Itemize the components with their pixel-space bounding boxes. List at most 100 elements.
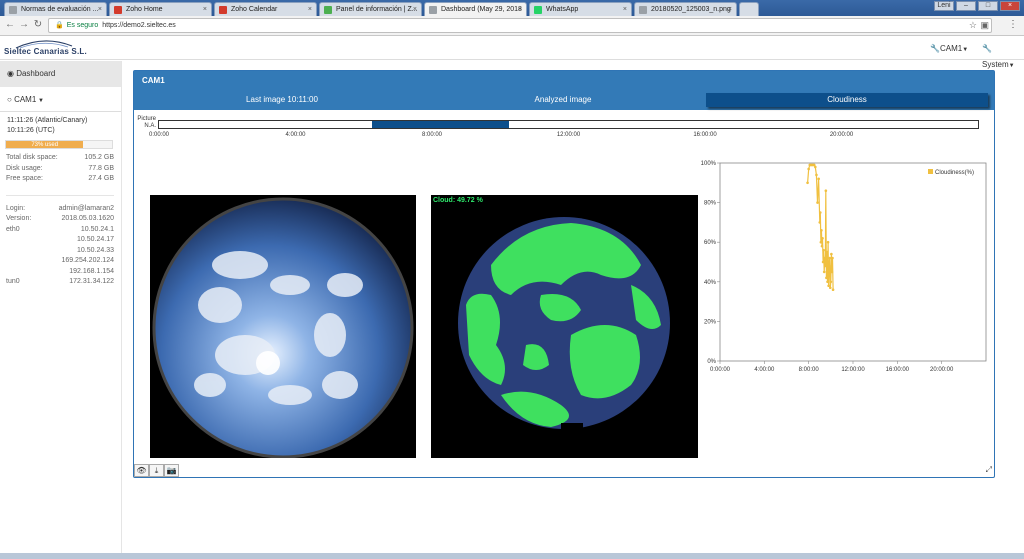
info-value: 77.8 GB (88, 164, 114, 172)
info-key: tun0 (6, 278, 20, 285)
timeline-selection[interactable] (372, 121, 509, 128)
data-point (818, 221, 822, 224)
data-point (820, 244, 824, 248)
url-text: https://demo2.sieltec.es (102, 22, 176, 29)
data-point (820, 229, 823, 232)
panel-title: CAM1 (142, 76, 165, 85)
panel-toolbar: 👁 ⤓ 📷 (134, 464, 179, 478)
close-window-button[interactable]: × (1000, 1, 1020, 11)
camera-panel: CAM1 Last image 10:11:00 Analyzed image … (133, 70, 995, 478)
lock-icon: 🔒 (55, 22, 64, 29)
back-icon[interactable]: ← (4, 19, 16, 31)
data-point (821, 236, 824, 240)
extension-icon[interactable]: ▣ (980, 19, 989, 32)
minimize-button[interactable]: – (956, 1, 976, 11)
info-value: 172.31.34.122 (69, 278, 114, 285)
sidebar: ◉ Dashboard ○ CAM1 ▼ 11:11:26 (Atlantic/… (0, 61, 122, 559)
browser-tab-title: Normas de evaluación ... (21, 6, 99, 13)
tab-close-icon[interactable]: × (308, 3, 312, 16)
camera-icon[interactable]: 📷 (164, 464, 179, 477)
os-taskbar (0, 553, 1024, 559)
data-point (828, 286, 832, 290)
cam-menu-button[interactable]: 🔧CAM1▼ (926, 41, 972, 57)
browser-tab[interactable]: Normas de evaluación ... × (4, 2, 107, 16)
data-point (822, 270, 826, 274)
tab-close-icon[interactable]: × (728, 3, 732, 16)
tab-close-icon[interactable]: × (623, 3, 627, 16)
expand-icon[interactable]: ⤢ (986, 465, 992, 475)
browser-tab[interactable]: Panel de información | Z... × (319, 2, 422, 16)
timeline-bar[interactable] (158, 120, 979, 129)
tab-last-image[interactable]: Last image 10:11:00 (134, 93, 430, 107)
data-point (825, 276, 828, 280)
data-point (825, 250, 829, 254)
maximize-button[interactable]: □ (978, 1, 998, 11)
data-point (827, 284, 830, 288)
timeline-tick: 8:00:00 (421, 132, 443, 138)
tab-analyzed-image[interactable]: Analyzed image (430, 93, 696, 107)
forward-icon[interactable]: → (18, 19, 30, 31)
y-tick-label: 100% (701, 161, 717, 167)
company-logo[interactable]: Sieltec Canarias S.L. (4, 39, 94, 59)
info-key: eth0 (6, 225, 20, 233)
data-point (831, 288, 835, 292)
browser-tab-title: Zoho Home (126, 6, 163, 13)
eye-icon[interactable]: 👁 (134, 464, 149, 477)
info-value: 10.50.24.33 (77, 246, 114, 254)
data-point (821, 260, 825, 264)
utc-time: 10:11:26 (UTC) (7, 127, 55, 134)
system-menu-button[interactable]: 🔧 System▼ (978, 41, 1024, 69)
panel-header: CAM1 Last image 10:11:00 Analyzed image … (134, 71, 994, 110)
browser-tab[interactable]: WhatsApp × (529, 2, 632, 16)
browser-tab[interactable]: Dashboard (May 29, 2018 × (424, 2, 527, 16)
info-key: Free space: (6, 175, 43, 182)
data-point (807, 167, 810, 171)
system-menu-label: System (982, 60, 1009, 69)
info-row: Disk usage: 77.8 GB (0, 164, 121, 175)
data-point (823, 256, 827, 260)
tab-cloudiness[interactable]: Cloudiness (706, 93, 988, 107)
tab-close-icon[interactable]: × (98, 3, 102, 16)
circle-icon: ○ (7, 95, 15, 104)
timeline-tick: 16:00:00 (693, 132, 717, 138)
legend-label: Cloudiness(%) (935, 170, 974, 176)
info-row: 10.50.24.33 (0, 246, 121, 257)
browser-menu-icon[interactable]: ⋮ (1008, 19, 1018, 30)
new-tab-button[interactable] (739, 2, 759, 16)
browser-tab[interactable]: Zoho Home × (109, 2, 212, 16)
browser-tab[interactable]: Zoho Calendar × (214, 2, 317, 16)
sheet-icon (324, 6, 332, 14)
user-badge[interactable]: Leni (934, 1, 954, 11)
x-tick-label: 8:00:00 (799, 367, 820, 373)
sidebar-item-dashboard[interactable]: ◉ Dashboard (0, 61, 121, 87)
reload-icon[interactable]: ↻ (32, 19, 44, 31)
bookmark-star-icon[interactable]: ☆ (969, 19, 977, 32)
cloud-mask-photo (458, 217, 670, 433)
sidebar-item-cam1[interactable]: ○ CAM1 ▼ (0, 93, 121, 112)
tab-close-icon[interactable]: × (413, 3, 417, 16)
fisheye-sky-photo (152, 197, 414, 458)
data-point (829, 280, 833, 284)
timeline-tick: 20:00:00 (829, 132, 854, 138)
browser-tab[interactable]: 20180520_125003_n.png × (634, 2, 737, 16)
info-key: Disk usage: (6, 164, 43, 172)
url-input[interactable]: 🔒 Es seguro https://demo2.sieltec.es ☆ ▣ (48, 18, 992, 33)
browser-tab-bar: Normas de evaluación ... × Zoho Home × Zoho … (0, 0, 1024, 16)
local-time: 11:11:26 (Atlantic/Canary) (7, 117, 88, 124)
wrench-icon: 🔧 (982, 44, 992, 53)
x-tick-label: 0:00:00 (710, 367, 731, 373)
data-point (827, 264, 831, 268)
page-icon (429, 6, 437, 14)
legend-swatch (928, 169, 933, 174)
info-value: 10.50.24.1 (80, 225, 114, 233)
timeline: Picture N.A. 0:00:00 4:00:00 8:00:00 12:00:0… (134, 110, 994, 144)
caret-down-icon: ▼ (962, 47, 969, 53)
cloudiness-chart: 0% 20% 40% 60% 80% 100% 0:00:00 4:00:00 8:00:00 1… (690, 155, 992, 375)
info-row: 192.168.1.154 (0, 267, 121, 278)
info-row: eth0 10.50.24.1 (0, 225, 121, 236)
info-key: Version: (6, 215, 32, 222)
timeline-label: Picture N.A. (136, 116, 156, 130)
download-icon[interactable]: ⤓ (149, 464, 164, 477)
tab-close-icon[interactable]: × (203, 3, 207, 16)
tab-close-icon[interactable]: × (518, 3, 522, 16)
